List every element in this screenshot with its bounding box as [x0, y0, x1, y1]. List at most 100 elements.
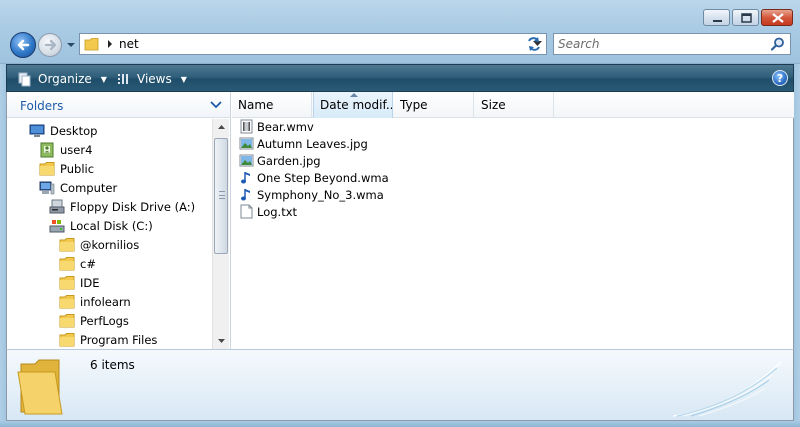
navigation-pane: Folders Desktop user4 Public Computer Fl…	[7, 92, 231, 349]
folder-icon	[59, 275, 75, 289]
close-button[interactable]	[761, 9, 793, 26]
sort-ascending-icon	[350, 93, 358, 97]
address-path[interactable]: net	[119, 37, 139, 51]
folder-icon	[59, 294, 75, 308]
tree-item-local-disk[interactable]: Local Disk (C:)	[49, 216, 153, 235]
hard-disk-icon	[49, 219, 65, 232]
views-icon	[118, 74, 128, 84]
breadcrumb-chevron-icon[interactable]	[106, 39, 114, 49]
tree-item-label: Computer	[60, 180, 118, 195]
chevron-down-icon[interactable]	[210, 100, 222, 110]
window-frame-bottom	[0, 421, 800, 427]
organize-label: Organize	[38, 72, 92, 86]
tree-item-label: Local Disk (C:)	[70, 218, 153, 233]
file-row-log[interactable]: Log.txt	[239, 203, 297, 220]
tree-item-csharp[interactable]: c#	[59, 254, 96, 273]
floppy-drive-icon	[49, 199, 65, 213]
refresh-icon	[528, 37, 540, 51]
window-title-bar: net	[0, 0, 800, 64]
minimize-button[interactable]	[703, 9, 730, 26]
folder-icon	[17, 359, 63, 415]
item-count: 6 items	[90, 358, 135, 372]
file-row-symphony[interactable]: Symphony_No_3.wma	[239, 186, 384, 203]
window-frame-right	[794, 64, 800, 421]
tree-item-label: user4	[60, 142, 93, 157]
scroll-down-icon[interactable]	[213, 332, 230, 349]
views-button[interactable]: Views ▼	[116, 70, 187, 88]
tree-item-label: Program Files	[80, 332, 158, 347]
tree-item-label: Public	[60, 161, 95, 176]
folder-icon	[59, 332, 75, 346]
image-file-icon	[239, 154, 254, 167]
forward-button[interactable]	[38, 33, 62, 57]
desktop-icon	[29, 124, 45, 137]
folders-header-label: Folders	[20, 99, 64, 113]
maximize-icon	[741, 13, 752, 23]
tree-item-computer[interactable]: Computer	[39, 178, 117, 197]
file-name: Symphony_No_3.wma	[257, 187, 384, 202]
video-file-icon	[240, 119, 253, 134]
tree-item-infolearn[interactable]: infolearn	[59, 292, 131, 311]
explorer-main-area: Folders Desktop user4 Public Computer Fl…	[6, 92, 794, 349]
decorative-swoosh-icon	[673, 361, 782, 417]
scrollbar-grip-icon	[219, 191, 225, 199]
tree-item-kornilios[interactable]: @kornilios	[59, 235, 139, 254]
folder-icon	[59, 237, 75, 251]
tree-item-label: c#	[80, 256, 96, 271]
column-header-type[interactable]: Type	[394, 92, 474, 118]
text-file-icon	[240, 204, 253, 219]
folder-icon	[39, 161, 55, 175]
details-pane: 6 items	[6, 349, 794, 421]
minimize-icon	[713, 20, 722, 22]
tree-item-program-files[interactable]: Program Files	[59, 330, 157, 349]
computer-icon	[39, 181, 55, 194]
file-row-garden[interactable]: Garden.jpg	[239, 152, 321, 169]
tree-item-desktop[interactable]: Desktop	[29, 121, 97, 140]
file-name: Log.txt	[257, 204, 298, 219]
address-bar[interactable]: net	[79, 33, 547, 55]
scrollbar-thumb[interactable]	[214, 138, 228, 254]
user-folder-icon	[40, 142, 54, 157]
image-file-icon	[239, 137, 254, 150]
command-toolbar: Organize ▼ Views ▼ ?	[6, 64, 794, 92]
maximize-button[interactable]	[732, 9, 759, 26]
folder-icon	[84, 38, 99, 51]
organize-button[interactable]: Organize ▼	[17, 70, 107, 88]
tree-item-ide[interactable]: IDE	[59, 273, 100, 292]
search-input[interactable]	[558, 36, 763, 52]
recent-pages-dropdown-icon[interactable]	[66, 40, 76, 50]
back-arrow-icon	[17, 39, 30, 51]
folder-icon	[59, 256, 75, 270]
file-list-pane: Name Date modif... Type Size Bear.wmv Au…	[232, 92, 794, 349]
back-button[interactable]	[10, 32, 36, 58]
search-icon[interactable]	[771, 37, 785, 51]
file-row-bear[interactable]: Bear.wmv	[239, 118, 314, 135]
tree-item-user4[interactable]: user4	[39, 140, 92, 159]
search-box[interactable]	[553, 33, 791, 55]
tree-item-perflogs[interactable]: PerfLogs	[59, 311, 129, 330]
folders-header[interactable]: Folders	[7, 92, 230, 118]
views-label: Views	[137, 72, 172, 86]
file-name: Garden.jpg	[257, 153, 321, 168]
tree-item-label: Desktop	[50, 123, 98, 138]
scroll-up-icon[interactable]	[213, 119, 230, 136]
help-button[interactable]: ?	[772, 70, 788, 86]
audio-file-icon	[241, 189, 250, 201]
tree-item-floppy-drive[interactable]: Floppy Disk Drive (A:)	[49, 197, 195, 216]
column-headers: Name Date modif... Type Size	[232, 92, 794, 118]
tree-item-label: infolearn	[80, 294, 131, 309]
tree-item-label: Floppy Disk Drive (A:)	[70, 199, 196, 214]
column-header-size[interactable]: Size	[475, 92, 554, 118]
file-name: Autumn Leaves.jpg	[257, 136, 368, 151]
column-header-name[interactable]: Name	[232, 92, 312, 118]
views-dropdown-icon: ▼	[180, 74, 187, 84]
organize-icon	[18, 72, 31, 87]
tree-scrollbar[interactable]	[212, 119, 229, 349]
refresh-button[interactable]	[522, 35, 546, 53]
close-icon	[772, 13, 784, 23]
file-row-one-step-beyond[interactable]: One Step Beyond.wma	[239, 169, 389, 186]
tree-item-label: IDE	[80, 275, 100, 290]
file-row-autumn-leaves[interactable]: Autumn Leaves.jpg	[239, 135, 368, 152]
folder-icon	[59, 313, 75, 327]
tree-item-public[interactable]: Public	[39, 159, 94, 178]
